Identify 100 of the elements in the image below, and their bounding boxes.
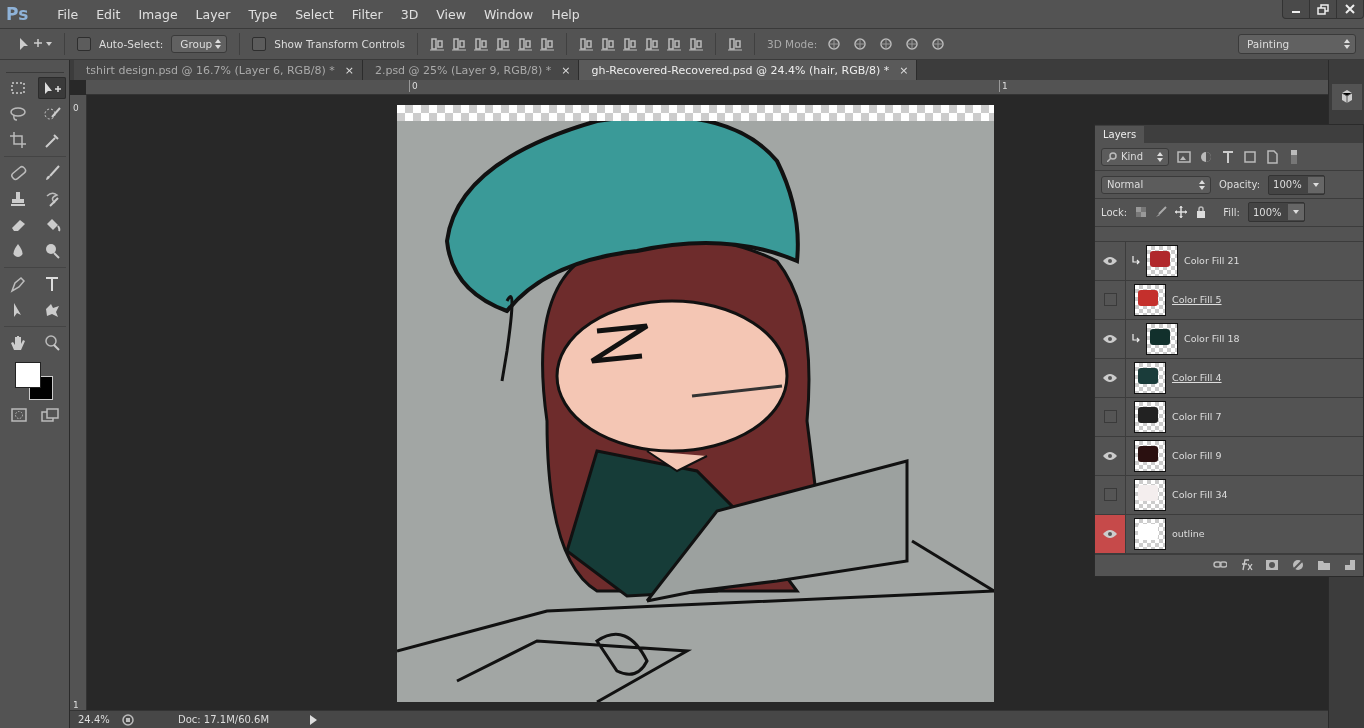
menu-item[interactable]: 3D <box>391 6 428 22</box>
align-icon[interactable] <box>622 37 637 51</box>
shape-filter-icon[interactable] <box>1243 149 1257 164</box>
zoom-icon <box>42 334 61 352</box>
close-icon[interactable] <box>1343 3 1357 15</box>
tool-button[interactable] <box>37 77 66 99</box>
dropdown-arrow-icon[interactable] <box>1312 182 1319 187</box>
document-size: Doc: 17.1M/60.6M <box>178 714 271 725</box>
move-tool-icon[interactable] <box>18 36 52 52</box>
layer-name: Color Fill 4 <box>1172 372 1222 384</box>
status-icon[interactable] <box>122 713 134 726</box>
updown-arrow-icon <box>1344 39 1350 49</box>
quick-mask-icon[interactable] <box>10 408 27 422</box>
checkbox[interactable] <box>252 37 267 51</box>
close-tab-button[interactable]: × <box>561 63 571 77</box>
align-icon[interactable] <box>473 37 488 51</box>
image-filter-icon[interactable] <box>1177 149 1191 164</box>
layer-row[interactable]: Color Fill 18 <box>1095 319 1363 359</box>
color-swatches-icon[interactable] <box>14 362 53 400</box>
fx-icon[interactable] <box>1239 558 1253 573</box>
document-tab[interactable]: gh-Recovered-Recovered.psd @ 24.4% (hair, RGB/8) * × <box>579 60 918 80</box>
align-icon[interactable] <box>688 37 703 51</box>
mode-label: 3D Mode: <box>766 38 818 50</box>
menu-item[interactable]: View <box>427 6 475 22</box>
auto-select-dropdown[interactable]: Group <box>171 35 228 53</box>
hand-icon <box>8 334 27 352</box>
mask-icon[interactable] <box>1265 558 1279 573</box>
move-arrows-icon[interactable] <box>1175 206 1188 219</box>
menu-item[interactable]: Layer <box>186 6 240 22</box>
stamp-icon <box>8 190 27 208</box>
align-icon[interactable] <box>578 37 593 51</box>
bandage-icon <box>8 164 27 182</box>
layer-name: Color Fill 5 <box>1172 294 1222 306</box>
padlock-icon[interactable] <box>1195 206 1208 219</box>
align-icon[interactable] <box>600 37 615 51</box>
dropdown-arrow-icon[interactable] <box>1292 210 1299 215</box>
adjustment-filter-icon[interactable] <box>1199 149 1213 164</box>
crop-icon <box>8 131 27 149</box>
opacity-field[interactable]: 100% <box>1268 174 1325 195</box>
layer-filter-dropdown[interactable]: Kind <box>1101 147 1169 166</box>
brush-icon[interactable] <box>1155 206 1168 219</box>
workspace-dropdown[interactable]: Painting <box>1238 34 1356 54</box>
align-icon[interactable] <box>429 37 444 51</box>
align-icon[interactable] <box>539 37 554 51</box>
fill-field[interactable]: 100% <box>1247 202 1305 223</box>
menu-item[interactable]: Help <box>542 6 589 22</box>
layer-row[interactable]: Color Fill 7 <box>1095 397 1363 437</box>
layer-name: outline <box>1172 528 1205 540</box>
marquee-icon <box>8 79 27 97</box>
align-icon[interactable] <box>727 37 742 51</box>
updown-arrow-icon <box>215 39 222 49</box>
close-tab-button[interactable]: × <box>899 63 909 77</box>
menu-item[interactable]: Type <box>239 6 287 22</box>
align-icon[interactable] <box>495 37 510 51</box>
layer-row[interactable]: outline <box>1095 514 1363 554</box>
menu-item[interactable]: File <box>48 6 88 22</box>
ruler-number: 0 <box>409 80 418 92</box>
search-icon <box>1107 151 1117 162</box>
folder-icon[interactable] <box>1317 558 1331 573</box>
quick-selection-icon <box>42 105 61 123</box>
close-tab-button[interactable]: × <box>344 63 354 77</box>
align-icon[interactable] <box>517 37 532 51</box>
layers-tab[interactable]: Layers <box>1095 126 1145 144</box>
align-icon[interactable] <box>666 37 681 51</box>
adjustment-icon[interactable] <box>1291 558 1305 573</box>
align-icon[interactable] <box>644 37 659 51</box>
layer-name: Color Fill 21 <box>1184 255 1240 267</box>
checkbox[interactable] <box>77 37 91 51</box>
document-tab[interactable]: tshirt design.psd @ 16.7% (Layer 6, RGB/8) * × <box>74 60 363 80</box>
new-layer-icon[interactable] <box>1343 558 1357 573</box>
layer-row[interactable]: Color Fill 34 <box>1095 475 1363 515</box>
eye-icon <box>1103 333 1117 344</box>
menu-item[interactable]: Select <box>286 6 343 22</box>
fill-label: Fill: <box>1223 206 1240 218</box>
updown-arrow-icon <box>1199 179 1205 190</box>
type-filter-icon[interactable] <box>1221 149 1235 164</box>
layer-row[interactable]: Color Fill 4 <box>1095 358 1363 398</box>
smart-object-filter-icon[interactable] <box>1265 149 1279 164</box>
layer-row[interactable]: Color Fill 5 <box>1095 280 1363 320</box>
lock-transparency-icon[interactable] <box>1135 206 1148 219</box>
layer-row[interactable]: Color Fill 21 <box>1095 241 1363 281</box>
checkbox-label: Show Transform Controls <box>274 38 405 50</box>
zoom-level[interactable]: 24.4% <box>70 714 122 725</box>
layer-name: Color Fill 18 <box>1184 333 1240 345</box>
app-logo: Ps <box>6 4 29 24</box>
menu-item[interactable]: Edit <box>87 6 130 22</box>
menu-item[interactable]: Image <box>129 6 187 22</box>
layer-row[interactable]: Color Fill 9 <box>1095 436 1363 476</box>
blend-mode-dropdown[interactable]: Normal <box>1101 175 1211 194</box>
menu-item[interactable]: Filter <box>342 6 392 22</box>
document-tab[interactable]: 2.psd @ 25% (Layer 9, RGB/8) * × <box>362 60 580 80</box>
align-icon[interactable] <box>451 37 466 51</box>
pen-icon <box>8 275 27 293</box>
lasso-icon <box>8 105 27 123</box>
restore-icon[interactable] <box>1316 3 1330 15</box>
screen-mode-icon[interactable] <box>40 408 59 422</box>
clipping-arrow-icon <box>1132 333 1140 344</box>
menu-item[interactable]: Window <box>474 6 543 22</box>
play-arrow-icon[interactable] <box>308 714 318 725</box>
visibility-eye-icon[interactable] <box>1095 514 1126 553</box>
